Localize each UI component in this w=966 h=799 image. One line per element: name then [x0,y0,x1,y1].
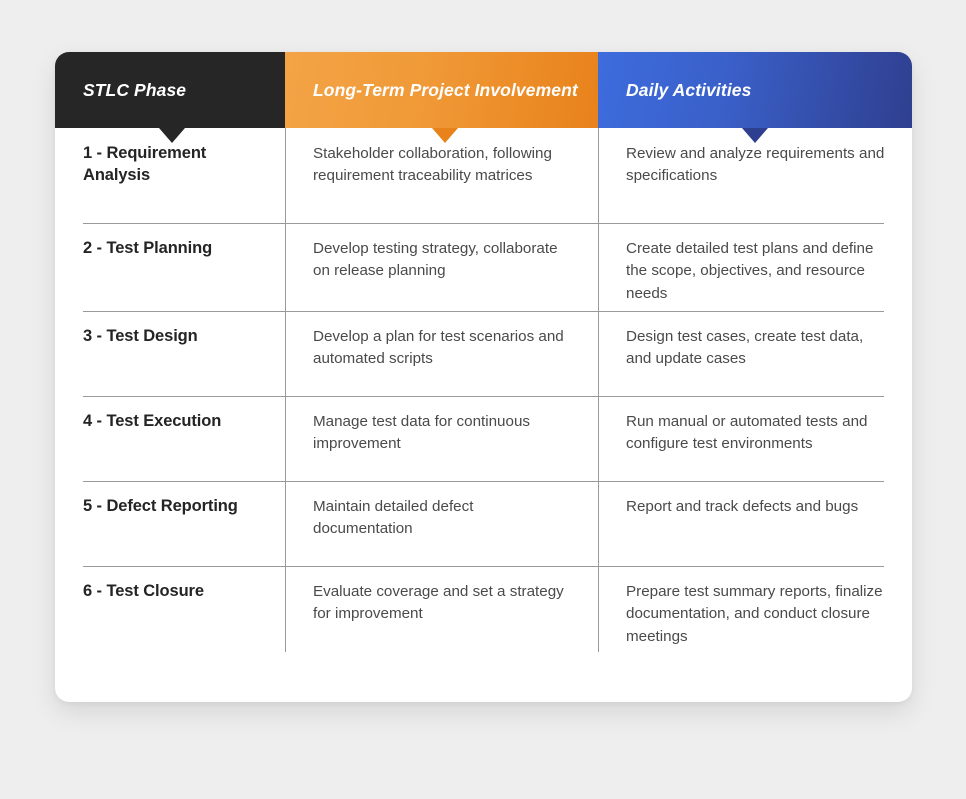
header-cell-long-term-project-involvement: Long-Term Project Involvement [285,52,598,128]
daily-text: Create detailed test plans and define th… [626,240,874,302]
table-row: 1 - Requirement Analysis Stakeholder col… [55,128,912,223]
table-header-row: STLC Phase Long-Term Project Involvement… [55,52,912,128]
cell-long-term: Stakeholder collaboration, following req… [285,128,598,223]
cell-daily: Report and track defects and bugs [598,481,912,566]
header-cell-daily-activities: Daily Activities [598,52,912,128]
phase-label: 2 - Test Planning [83,239,213,257]
table-row: 4 - Test Execution Manage test data for … [55,396,912,481]
cell-long-term: Evaluate coverage and set a strategy for… [285,566,598,652]
long-term-text: Develop a plan for test scenarios and au… [313,328,564,368]
header-label-stlc-phase: STLC Phase [83,79,187,100]
cell-long-term: Manage test data for continuous improvem… [285,396,598,481]
phase-label: 3 - Test Design [83,327,198,345]
long-term-text: Manage test data for continuous improvem… [313,413,530,453]
daily-text: Report and track defects and bugs [626,498,859,515]
infographic-page: STLC Phase Long-Term Project Involvement… [0,0,966,799]
cell-daily: Prepare test summary reports, finalize d… [598,566,912,652]
phase-label: 5 - Defect Reporting [83,497,238,515]
cell-daily: Design test cases, create test data, and… [598,311,912,396]
long-term-text: Develop testing strategy, collaborate on… [313,240,558,280]
cell-phase: 2 - Test Planning [55,238,285,311]
table-row: 3 - Test Design Develop a plan for test … [55,311,912,396]
cell-daily: Run manual or automated tests and config… [598,396,912,481]
daily-text: Review and analyze requirements and spec… [626,145,885,185]
stlc-table-card: STLC Phase Long-Term Project Involvement… [55,52,912,702]
cell-phase: 4 - Test Execution [55,411,285,481]
daily-text: Prepare test summary reports, finalize d… [626,583,883,645]
long-term-text: Stakeholder collaboration, following req… [313,145,552,185]
cell-long-term: Maintain detailed defect documentation [285,481,598,566]
table-row: 2 - Test Planning Develop testing strate… [55,223,912,311]
cell-phase: 5 - Defect Reporting [55,496,285,566]
long-term-text: Evaluate coverage and set a strategy for… [313,583,564,623]
cell-phase: 1 - Requirement Analysis [55,143,285,223]
header-cell-stlc-phase: STLC Phase [55,52,285,128]
cell-phase: 3 - Test Design [55,326,285,396]
header-label-long-term-project-involvement: Long-Term Project Involvement [313,79,578,100]
phase-label: 4 - Test Execution [83,412,222,430]
page-footer: Jelvix jelvix.com [0,702,966,799]
cell-long-term: Develop testing strategy, collaborate on… [285,223,598,311]
table-row: 6 - Test Closure Evaluate coverage and s… [55,566,912,652]
table-row: 5 - Defect Reporting Maintain detailed d… [55,481,912,566]
header-label-daily-activities: Daily Activities [626,79,752,100]
daily-text: Run manual or automated tests and config… [626,413,868,453]
cell-daily: Create detailed test plans and define th… [598,223,912,311]
cell-daily: Review and analyze requirements and spec… [598,128,912,223]
table-body: 1 - Requirement Analysis Stakeholder col… [55,128,912,702]
cell-long-term: Develop a plan for test scenarios and au… [285,311,598,396]
cell-phase: 6 - Test Closure [55,581,285,652]
phase-label: 1 - Requirement Analysis [83,144,207,184]
long-term-text: Maintain detailed defect documentation [313,498,474,538]
daily-text: Design test cases, create test data, and… [626,328,864,368]
phase-label: 6 - Test Closure [83,582,204,600]
